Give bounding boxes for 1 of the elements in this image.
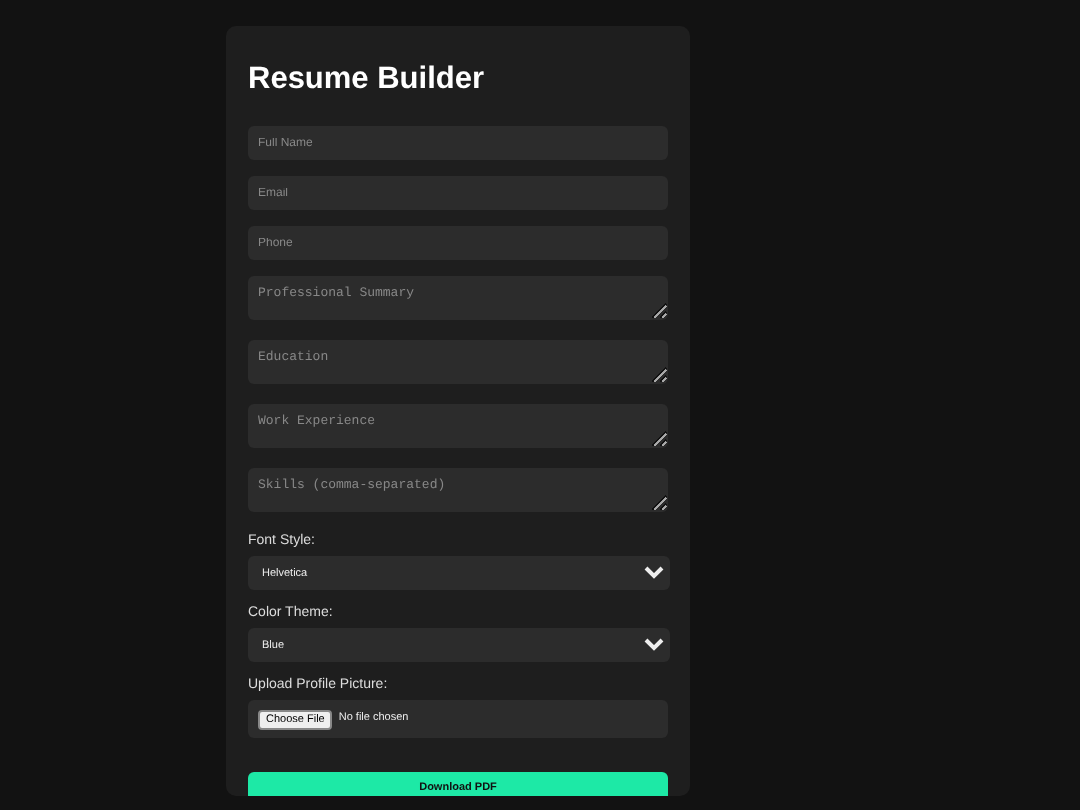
page-title: Resume Builder: [248, 60, 487, 100]
